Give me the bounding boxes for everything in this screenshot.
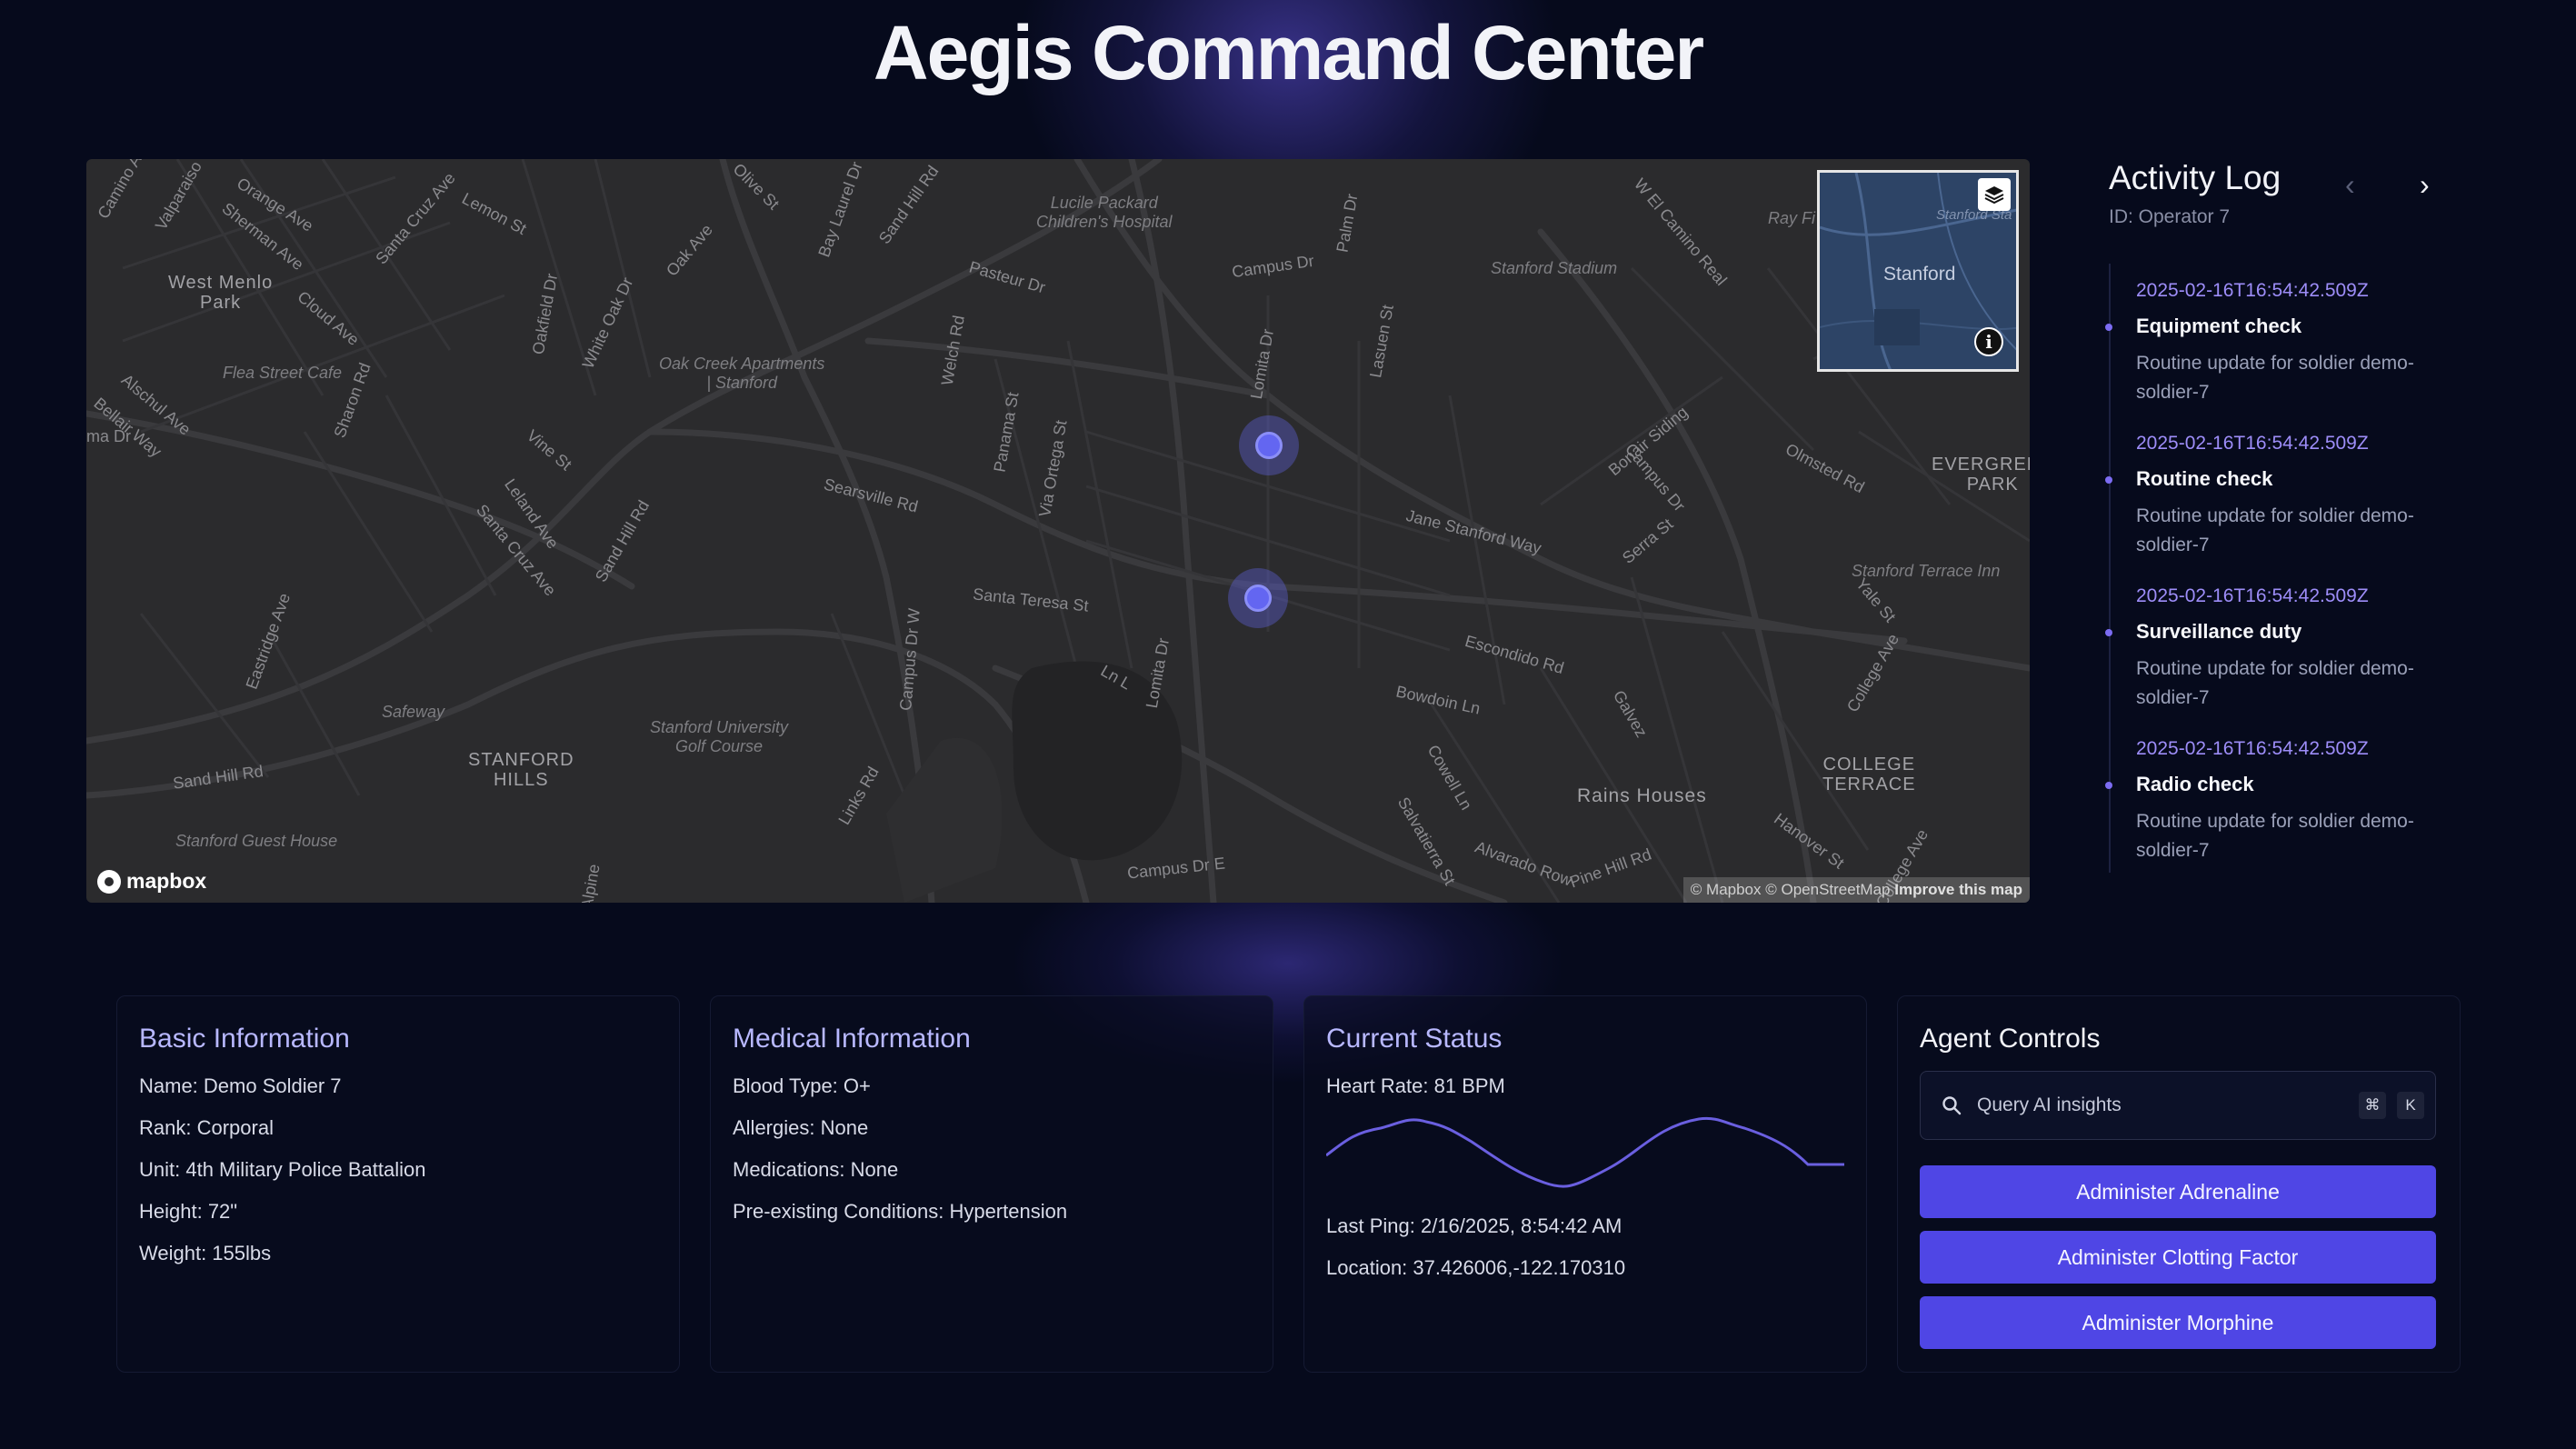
card-title: Basic Information [139,1024,350,1054]
activity-log-operator-id: ID: Operator 7 [2109,206,2231,227]
ai-insights-search[interactable]: Query AI insights ⌘ K [1920,1071,2436,1140]
field-unit: Unit: 4th Military Police Battalion [139,1158,426,1181]
soldier-marker[interactable] [1239,415,1299,475]
card-title: Agent Controls [1920,1024,2101,1054]
map-roads [86,159,2030,903]
field-last-ping: Last Ping: 2/16/2025, 8:54:42 AM [1326,1214,1622,1237]
search-placeholder: Query AI insights [1977,1094,2122,1115]
map-label-flea-street: Flea Street Cafe [223,364,343,382]
map-label-stanford-hills: STANFORD HILLS [468,750,574,790]
map-label-lucile-packard: Lucile Packard Children's Hospital [1036,194,1173,231]
command-key-icon: ⌘ [2359,1092,2386,1119]
map-label-college-terrace: COLLEGE TERRACE [1822,754,1916,794]
chevron-left-icon[interactable]: ‹ [2345,168,2355,202]
map-label-rains-houses: Rains Houses [1577,785,1707,806]
soldier-marker[interactable] [1228,568,1288,628]
agent-controls-card: Agent Controls Query AI insights ⌘ K Adm… [1897,995,2461,1373]
timeline-bullet [2105,324,2112,331]
map-label-ray-fi: Ray Fi [1768,209,1816,227]
log-entry[interactable]: 2025-02-16T16:54:42.509Z Surveillance du… [2105,585,2463,713]
log-entry-timestamp: 2025-02-16T16:54:42.509Z [2136,433,2369,454]
marker-dot [1244,585,1272,612]
card-title: Current Status [1326,1024,1503,1054]
attribution-text: © Mapbox © OpenStreetMap [1690,881,1891,898]
map-label-evergreen-park: EVERGREEN PARK [1932,455,2030,495]
map-label-ma-dr: ma Dr [86,427,131,445]
field-conditions: Pre-existing Conditions: Hypertension [733,1200,1068,1223]
log-entry-timestamp: 2025-02-16T16:54:42.509Z [2136,280,2369,301]
administer-clotting-factor-button[interactable]: Administer Clotting Factor [1920,1231,2436,1284]
field-heart-rate: Heart Rate: 81 BPM [1326,1074,1505,1097]
medical-information-card: Medical Information Blood Type: O+ Aller… [710,995,1273,1373]
mapbox-logo-icon [97,869,121,894]
basic-information-card: Basic Information Name: Demo Soldier 7 R… [116,995,680,1373]
minimap-label-stanford: Stanford [1883,264,1956,285]
administer-adrenaline-button[interactable]: Administer Adrenaline [1920,1165,2436,1218]
layers-icon[interactable] [1978,178,2011,211]
log-entry-timestamp: 2025-02-16T16:54:42.509Z [2136,738,2369,759]
log-entry-description: Routine update for soldier demo-soldier-… [2136,658,2414,708]
administer-morphine-button[interactable]: Administer Morphine [1920,1296,2436,1349]
field-medications: Medications: None [733,1158,899,1181]
log-entry[interactable]: 2025-02-16T16:54:42.509Z Routine check R… [2105,433,2463,560]
map-label-terrace-inn: Stanford Terrace Inn [1852,562,2001,580]
log-entry[interactable]: 2025-02-16T16:54:42.509Z Equipment check… [2105,280,2463,407]
timeline-bullet [2105,782,2112,789]
heart-rate-chart [1326,1116,1844,1188]
chevron-right-icon[interactable]: › [2420,168,2430,202]
log-entry-description: Routine update for soldier demo-soldier-… [2136,811,2414,861]
map-label-stanford-stadium: Stanford Stadium [1491,259,1618,277]
timeline-bullet [2105,476,2112,484]
card-title: Medical Information [733,1024,971,1054]
log-entry-description: Routine update for soldier demo-soldier-… [2136,505,2414,555]
info-icon[interactable]: i [1974,327,2003,356]
log-entry-title: Radio check [2136,773,2254,795]
minimap[interactable]: Stanford Sta Stanford i [1817,170,2019,372]
log-entry-timestamp: 2025-02-16T16:54:42.509Z [2136,585,2369,606]
log-entry[interactable]: 2025-02-16T16:54:42.509Z Radio check Rou… [2105,738,2463,865]
field-blood-type: Blood Type: O+ [733,1074,871,1097]
field-weight: Weight: 155lbs [139,1242,272,1264]
improve-map-link[interactable]: Improve this map [1894,881,2022,898]
mapbox-logo-text: mapbox [126,869,207,893]
k-key-badge: K [2397,1092,2424,1119]
current-status-card: Current Status Heart Rate: 81 BPM Last P… [1303,995,1867,1373]
log-entry-title: Routine check [2136,467,2273,490]
timeline-bullet [2105,629,2112,636]
log-entry-title: Surveillance duty [2136,620,2302,643]
map-view[interactable]: West Menlo Park STANFORD HILLS EVERGREEN… [86,159,2030,903]
map-label-oak-creek: Oak Creek Apartments | Stanford [659,355,825,392]
field-allergies: Allergies: None [733,1116,869,1139]
map-label-west-menlo-park: West Menlo Park [168,273,274,313]
search-icon [1942,1096,1962,1115]
activity-log-title: Activity Log [2109,159,2281,196]
field-height: Height: 72" [139,1200,238,1223]
log-entry-description: Routine update for soldier demo-soldier-… [2136,353,2414,403]
map-attribution: © Mapbox © OpenStreetMap Improve this ma… [1682,877,2030,903]
field-name: Name: Demo Soldier 7 [139,1074,342,1097]
map-label-golf-course: Stanford University Golf Course [650,718,789,755]
map-label-guest-house: Stanford Guest House [175,832,338,850]
field-rank: Rank: Corporal [139,1116,274,1139]
log-entry-title: Equipment check [2136,315,2302,337]
field-location: Location: 37.426006,-122.170310 [1326,1256,1626,1279]
map-label-safeway: Safeway [382,703,445,721]
mapbox-logo[interactable]: mapbox [97,869,206,894]
marker-dot [1255,432,1283,459]
heart-rate-line [1326,1116,1844,1188]
page-title: Aegis Command Center [873,10,1704,95]
